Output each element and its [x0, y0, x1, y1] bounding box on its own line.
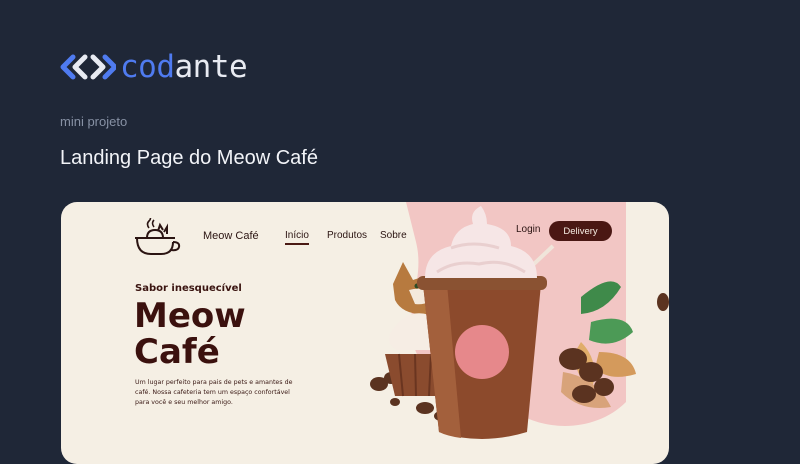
nav-link-inicio[interactable]: Início — [285, 230, 309, 245]
project-kicker: mini projeto — [60, 114, 128, 129]
hero-tagline: Sabor inesquecível — [135, 283, 242, 294]
brand-wordmark: codante — [120, 47, 248, 87]
hero-illustration — [370, 206, 669, 439]
brand-prefix: cod — [120, 49, 175, 85]
page-title: Landing Page do Meow Café — [60, 147, 318, 169]
cat-in-cup-icon — [135, 218, 181, 255]
frappe-cup-illustration — [417, 206, 547, 439]
hero-description: Um lugar perfeito para pais de pets e am… — [135, 379, 293, 406]
nav-brand[interactable]: Meow Café — [203, 230, 259, 242]
hero-title: Meow Café — [134, 298, 294, 370]
codante-logo: codante — [60, 47, 248, 87]
landing-page-preview: Meow Café Início Produtos Sobre Login De… — [61, 202, 669, 464]
brand-suffix: ante — [174, 49, 248, 85]
hero-title-line1: Meow — [134, 296, 246, 336]
double-chevron-icon — [60, 54, 116, 80]
hero-title-line2: Café — [134, 332, 220, 372]
